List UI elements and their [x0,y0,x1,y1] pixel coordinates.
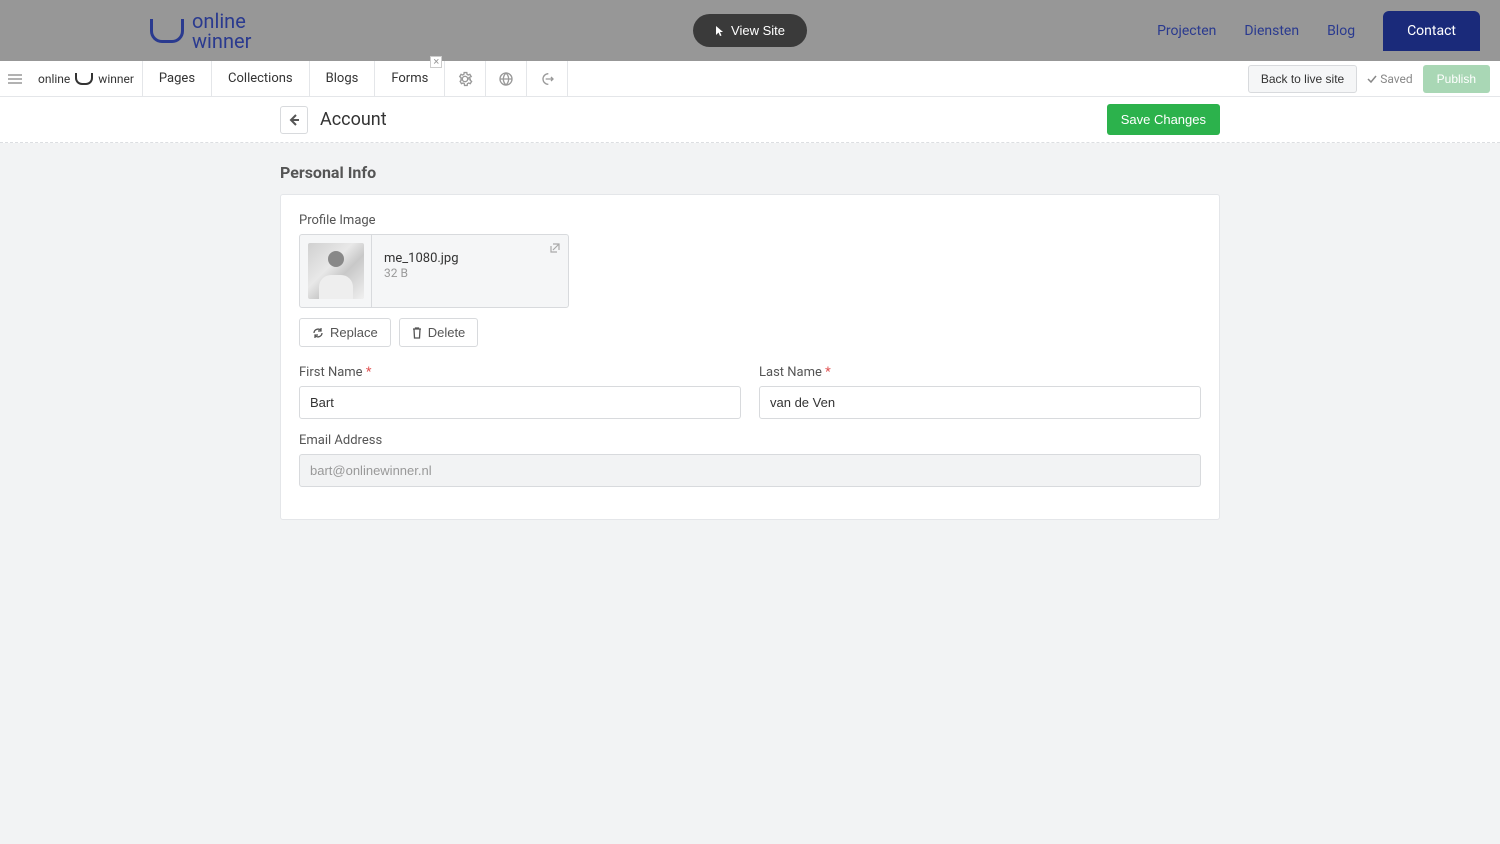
nav-projecten[interactable]: Projecten [1157,23,1216,39]
delete-label: Delete [428,325,466,340]
email-col: Email Address [299,433,1201,487]
globe-icon [498,71,514,87]
site-logo: online winner [150,11,251,51]
trash-icon [412,327,422,339]
back-button[interactable] [280,106,308,134]
profile-image-widget: me_1080.jpg 32 B [299,234,569,308]
logo-line1: online [192,11,251,31]
email-input [299,454,1201,487]
image-filename: me_1080.jpg [384,251,556,266]
personal-info-card: Profile Image me_1080.jpg 32 B Replace D… [280,194,1220,520]
tab-forms[interactable]: Forms × [375,61,445,96]
refresh-icon [312,327,324,339]
cursor-icon [715,25,725,37]
brand-a: online [38,72,70,86]
last-name-col: Last Name * [759,365,1201,419]
profile-image-label: Profile Image [299,213,1201,228]
first-name-col: First Name * [299,365,741,419]
hamburger-icon [8,74,22,84]
brand-small-icon [75,73,93,85]
replace-button[interactable]: Replace [299,318,391,347]
page-title: Account [320,109,387,130]
image-size: 32 B [384,266,556,280]
first-name-label: First Name * [299,365,741,380]
view-site-button[interactable]: View Site [693,14,807,47]
publish-button[interactable]: Publish [1423,65,1490,93]
main-content: Personal Info Profile Image me_1080.jpg … [0,143,1500,844]
tab-pages[interactable]: Pages [143,61,212,96]
last-name-label: Last Name * [759,365,1201,380]
tab-globe[interactable] [486,61,527,96]
menu-toggle[interactable] [0,61,30,96]
nav-blog[interactable]: Blog [1327,23,1355,39]
save-changes-button[interactable]: Save Changes [1107,104,1220,135]
last-name-input[interactable] [759,386,1201,419]
arrow-left-icon [287,113,301,127]
tab-settings[interactable] [445,61,486,96]
email-row: Email Address [299,433,1201,487]
tab-logout[interactable] [527,61,568,96]
tab-forms-label: Forms [391,71,428,86]
required-marker: * [366,365,372,380]
replace-label: Replace [330,325,378,340]
logo-icon [150,19,184,43]
tab-collections[interactable]: Collections [212,61,310,96]
last-name-label-text: Last Name [759,365,822,380]
name-row: First Name * Last Name * [299,365,1201,419]
cms-toolbar: online winner Pages Collections Blogs Fo… [0,61,1500,97]
nav-diensten[interactable]: Diensten [1244,23,1299,39]
cms-brand[interactable]: online winner [30,61,143,96]
logout-icon [539,71,555,87]
image-actions: Replace Delete [299,318,1201,347]
gear-icon [457,71,473,87]
cms-bar-right: Back to live site Saved Publish [1248,61,1500,96]
logo-line2: winner [192,31,251,51]
profile-image-thumb-wrap [300,235,372,307]
site-nav: Projecten Diensten Blog Contact [1157,11,1480,51]
page-header: Account Save Changes [0,97,1500,143]
email-label: Email Address [299,433,1201,448]
section-title: Personal Info [280,163,1220,182]
external-link-icon[interactable] [550,243,560,253]
check-icon [1367,74,1377,84]
first-name-label-text: First Name [299,365,363,380]
required-marker: * [825,365,831,380]
back-to-live-button[interactable]: Back to live site [1248,65,1357,93]
saved-text: Saved [1380,72,1412,86]
close-icon[interactable]: × [430,56,442,68]
nav-contact-button[interactable]: Contact [1383,11,1480,51]
logo-text: online winner [192,11,251,51]
view-site-label: View Site [731,23,785,38]
delete-button[interactable]: Delete [399,318,479,347]
tab-blogs[interactable]: Blogs [310,61,376,96]
brand-b: winner [98,72,134,86]
image-meta: me_1080.jpg 32 B [372,235,568,307]
saved-indicator: Saved [1367,72,1412,86]
first-name-input[interactable] [299,386,741,419]
site-header-overlay: online winner View Site Projecten Dienst… [0,0,1500,61]
avatar [308,243,364,299]
